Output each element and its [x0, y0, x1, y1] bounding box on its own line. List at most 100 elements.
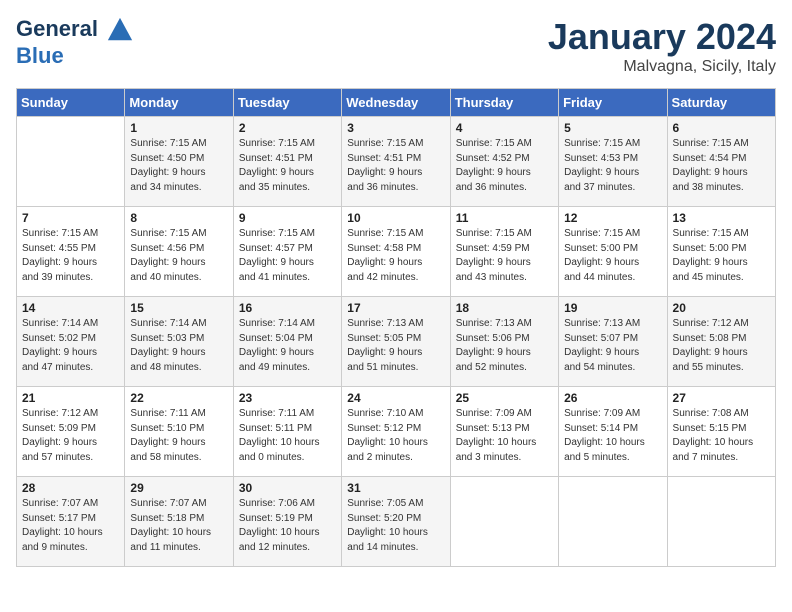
- day-cell: 20Sunrise: 7:12 AM Sunset: 5:08 PM Dayli…: [667, 297, 775, 387]
- day-number: 26: [564, 391, 661, 405]
- logo: General Blue: [16, 16, 134, 68]
- day-info: Sunrise: 7:11 AM Sunset: 5:10 PM Dayligh…: [130, 407, 227, 465]
- day-number: 5: [564, 121, 661, 135]
- day-number: 1: [130, 121, 227, 135]
- day-info: Sunrise: 7:15 AM Sunset: 4:56 PM Dayligh…: [130, 227, 227, 285]
- week-row-4: 21 Sunrise: 7:12 AM Sunset: 5:09 PM Dayli…: [17, 387, 776, 477]
- day-number: 7: [22, 211, 119, 225]
- day-number: 14: [22, 301, 119, 315]
- day-number: 21: [22, 391, 119, 405]
- day-info: Sunrise: 7:15 AM Sunset: 4:51 PM Dayligh…: [239, 137, 336, 195]
- day-info: Sunrise: 7:12 AM Sunset: 5:08 PM Dayligh…: [673, 317, 770, 375]
- day-cell: 31 Sunrise: 7:05 AM Sunset: 5:20 PM Dayli…: [342, 477, 450, 567]
- day-cell: 6 Sunrise: 7:15 AM Sunset: 4:54 PM Daylig…: [667, 117, 775, 207]
- day-cell: 5 Sunrise: 7:15 AM Sunset: 4:53 PM Daylig…: [559, 117, 667, 207]
- day-cell: [667, 477, 775, 567]
- day-info: Sunrise: 7:13 AM Sunset: 5:07 PM Dayligh…: [564, 317, 661, 375]
- day-cell: 24Sunrise: 7:10 AM Sunset: 5:12 PM Dayli…: [342, 387, 450, 477]
- day-cell: 23 Sunrise: 7:11 AM Sunset: 5:11 PM Dayli…: [233, 387, 341, 477]
- day-cell: 27Sunrise: 7:08 AM Sunset: 5:15 PM Dayli…: [667, 387, 775, 477]
- day-info: Sunrise: 7:14 AM Sunset: 5:04 PM Dayligh…: [239, 317, 336, 375]
- day-number: 27: [673, 391, 770, 405]
- header-saturday: Saturday: [667, 89, 775, 117]
- month-title: January 2024: [548, 16, 776, 58]
- day-info: Sunrise: 7:09 AM Sunset: 5:13 PM Dayligh…: [456, 407, 553, 465]
- day-info: Sunrise: 7:13 AM Sunset: 5:06 PM Dayligh…: [456, 317, 553, 375]
- day-info: Sunrise: 7:07 AM Sunset: 5:17 PM Dayligh…: [22, 497, 119, 555]
- day-cell: 16 Sunrise: 7:14 AM Sunset: 5:04 PM Dayli…: [233, 297, 341, 387]
- day-info: Sunrise: 7:15 AM Sunset: 4:57 PM Dayligh…: [239, 227, 336, 285]
- day-number: 28: [22, 481, 119, 495]
- day-cell: 11 Sunrise: 7:15 AM Sunset: 4:59 PM Dayli…: [450, 207, 558, 297]
- day-cell: 4Sunrise: 7:15 AM Sunset: 4:52 PM Daylig…: [450, 117, 558, 207]
- day-number: 25: [456, 391, 553, 405]
- day-info: Sunrise: 7:07 AM Sunset: 5:18 PM Dayligh…: [130, 497, 227, 555]
- day-info: Sunrise: 7:14 AM Sunset: 5:03 PM Dayligh…: [130, 317, 227, 375]
- location: Malvagna, Sicily, Italy: [548, 58, 776, 76]
- day-number: 30: [239, 481, 336, 495]
- day-number: 15: [130, 301, 227, 315]
- day-cell: [450, 477, 558, 567]
- day-cell: 3 Sunrise: 7:15 AM Sunset: 4:51 PM Daylig…: [342, 117, 450, 207]
- day-number: 29: [130, 481, 227, 495]
- header-wednesday: Wednesday: [342, 89, 450, 117]
- day-cell: 28 Sunrise: 7:07 AM Sunset: 5:17 PM Dayli…: [17, 477, 125, 567]
- day-number: 13: [673, 211, 770, 225]
- header-tuesday: Tuesday: [233, 89, 341, 117]
- day-cell: 1 Sunrise: 7:15 AM Sunset: 4:50 PM Daylig…: [125, 117, 233, 207]
- day-info: Sunrise: 7:15 AM Sunset: 4:55 PM Dayligh…: [22, 227, 119, 285]
- day-number: 6: [673, 121, 770, 135]
- day-info: Sunrise: 7:15 AM Sunset: 4:54 PM Dayligh…: [673, 137, 770, 195]
- day-cell: 13 Sunrise: 7:15 AM Sunset: 5:00 PM Dayli…: [667, 207, 775, 297]
- day-number: 16: [239, 301, 336, 315]
- day-info: Sunrise: 7:13 AM Sunset: 5:05 PM Dayligh…: [347, 317, 444, 375]
- day-cell: 14Sunrise: 7:14 AM Sunset: 5:02 PM Dayli…: [17, 297, 125, 387]
- day-cell: 7 Sunrise: 7:15 AM Sunset: 4:55 PM Daylig…: [17, 207, 125, 297]
- day-number: 9: [239, 211, 336, 225]
- day-number: 11: [456, 211, 553, 225]
- day-cell: 12 Sunrise: 7:15 AM Sunset: 5:00 PM Dayli…: [559, 207, 667, 297]
- week-row-2: 7 Sunrise: 7:15 AM Sunset: 4:55 PM Daylig…: [17, 207, 776, 297]
- day-cell: 8Sunrise: 7:15 AM Sunset: 4:56 PM Daylig…: [125, 207, 233, 297]
- logo-text: General: [16, 16, 134, 44]
- calendar-table: SundayMondayTuesdayWednesdayThursdayFrid…: [16, 88, 776, 567]
- day-number: 12: [564, 211, 661, 225]
- day-cell: 26Sunrise: 7:09 AM Sunset: 5:14 PM Dayli…: [559, 387, 667, 477]
- day-info: Sunrise: 7:15 AM Sunset: 5:00 PM Dayligh…: [673, 227, 770, 285]
- day-cell: 18Sunrise: 7:13 AM Sunset: 5:06 PM Dayli…: [450, 297, 558, 387]
- day-info: Sunrise: 7:05 AM Sunset: 5:20 PM Dayligh…: [347, 497, 444, 555]
- day-info: Sunrise: 7:15 AM Sunset: 4:50 PM Dayligh…: [130, 137, 227, 195]
- day-cell: 29 Sunrise: 7:07 AM Sunset: 5:18 PM Dayli…: [125, 477, 233, 567]
- day-info: Sunrise: 7:15 AM Sunset: 4:51 PM Dayligh…: [347, 137, 444, 195]
- day-cell: 30 Sunrise: 7:06 AM Sunset: 5:19 PM Dayli…: [233, 477, 341, 567]
- day-info: Sunrise: 7:15 AM Sunset: 4:52 PM Dayligh…: [456, 137, 553, 195]
- day-info: Sunrise: 7:11 AM Sunset: 5:11 PM Dayligh…: [239, 407, 336, 465]
- day-info: Sunrise: 7:15 AM Sunset: 4:59 PM Dayligh…: [456, 227, 553, 285]
- day-info: Sunrise: 7:12 AM Sunset: 5:09 PM Dayligh…: [22, 407, 119, 465]
- header-friday: Friday: [559, 89, 667, 117]
- calendar-header-row: SundayMondayTuesdayWednesdayThursdayFrid…: [17, 89, 776, 117]
- week-row-5: 28 Sunrise: 7:07 AM Sunset: 5:17 PM Dayli…: [17, 477, 776, 567]
- day-cell: 2 Sunrise: 7:15 AM Sunset: 4:51 PM Daylig…: [233, 117, 341, 207]
- day-cell: [559, 477, 667, 567]
- week-row-3: 14Sunrise: 7:14 AM Sunset: 5:02 PM Dayli…: [17, 297, 776, 387]
- day-cell: 21 Sunrise: 7:12 AM Sunset: 5:09 PM Dayli…: [17, 387, 125, 477]
- day-info: Sunrise: 7:15 AM Sunset: 4:58 PM Dayligh…: [347, 227, 444, 285]
- day-cell: 10Sunrise: 7:15 AM Sunset: 4:58 PM Dayli…: [342, 207, 450, 297]
- day-number: 31: [347, 481, 444, 495]
- day-info: Sunrise: 7:15 AM Sunset: 4:53 PM Dayligh…: [564, 137, 661, 195]
- day-info: Sunrise: 7:15 AM Sunset: 5:00 PM Dayligh…: [564, 227, 661, 285]
- day-cell: 22 Sunrise: 7:11 AM Sunset: 5:10 PM Dayli…: [125, 387, 233, 477]
- page-header: General Blue January 2024 Malvagna, Sici…: [16, 16, 776, 76]
- day-number: 19: [564, 301, 661, 315]
- day-info: Sunrise: 7:06 AM Sunset: 5:19 PM Dayligh…: [239, 497, 336, 555]
- day-number: 17: [347, 301, 444, 315]
- day-number: 2: [239, 121, 336, 135]
- day-number: 23: [239, 391, 336, 405]
- day-cell: 9 Sunrise: 7:15 AM Sunset: 4:57 PM Daylig…: [233, 207, 341, 297]
- day-number: 24: [347, 391, 444, 405]
- day-number: 3: [347, 121, 444, 135]
- day-number: 22: [130, 391, 227, 405]
- header-thursday: Thursday: [450, 89, 558, 117]
- day-cell: 25 Sunrise: 7:09 AM Sunset: 5:13 PM Dayli…: [450, 387, 558, 477]
